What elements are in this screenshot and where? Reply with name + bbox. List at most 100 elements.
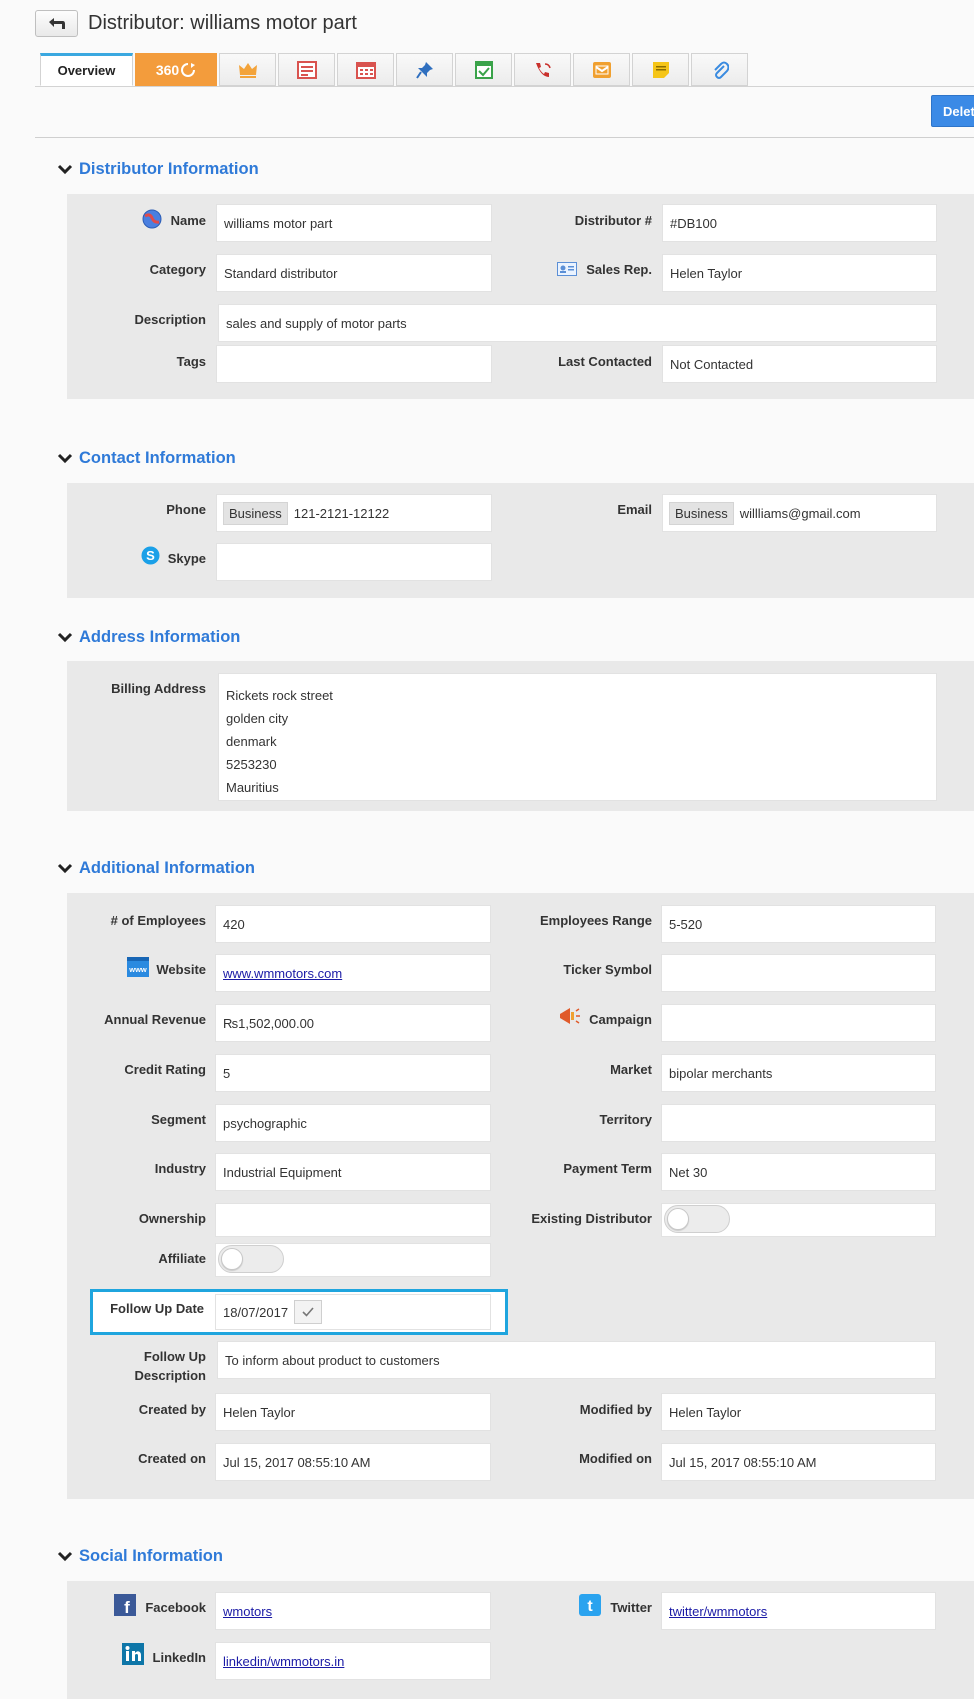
website-field[interactable]: www.wmmotors.com — [215, 954, 491, 992]
email-field[interactable]: Business willliams@gmail.com — [662, 494, 937, 532]
tab-attachments[interactable] — [691, 53, 748, 86]
tab-360-label: 360 — [155, 61, 180, 78]
website-link[interactable]: www.wmmotors.com — [223, 966, 342, 981]
annual-revenue-field[interactable]: ₨1,502,000.00 — [215, 1004, 491, 1042]
delete-button[interactable]: Delet — [931, 95, 974, 127]
address-line: denmark — [226, 734, 277, 749]
linkedin-icon — [122, 1643, 144, 1665]
segment-label: Segment — [151, 1112, 206, 1127]
mail-icon — [592, 61, 611, 78]
market-label: Market — [610, 1062, 652, 1077]
market-field[interactable]: bipolar merchants — [661, 1054, 936, 1092]
employees-field[interactable]: 420 — [215, 905, 491, 943]
phone-type-badge: Business — [223, 501, 288, 525]
follow-up-description-label-line2: Description — [134, 1368, 206, 1383]
campaign-label: Campaign — [589, 1012, 652, 1027]
section-distributor-info[interactable]: Distributor Information — [57, 158, 259, 180]
confirm-button[interactable] — [294, 1300, 323, 1324]
section-contact-info[interactable]: Contact Information — [57, 447, 236, 469]
phone-field[interactable]: Business 121-2121-12122 — [216, 494, 492, 532]
linkedin-label: LinkedIn — [152, 1650, 206, 1665]
tab-calls[interactable] — [514, 53, 571, 86]
created-on-field[interactable]: Jul 15, 2017 08:55:10 AM — [215, 1443, 491, 1481]
contact-card-icon — [557, 262, 577, 276]
twitter-field[interactable]: twitter/wmmotors — [661, 1592, 936, 1630]
tab-notes[interactable] — [632, 53, 689, 86]
modified-by-field[interactable]: Helen Taylor — [661, 1393, 936, 1431]
svg-text:t: t — [587, 1598, 593, 1615]
segment-field[interactable]: psychographic — [215, 1104, 491, 1142]
email-label: Email — [617, 502, 652, 517]
tab-tasks[interactable] — [455, 53, 512, 86]
tab-calendar[interactable] — [337, 53, 394, 86]
ticker-symbol-field[interactable] — [661, 954, 936, 992]
refresh-icon — [181, 62, 196, 77]
linkedin-link[interactable]: linkedin/wmmotors.in — [223, 1654, 344, 1669]
distributor-number-field[interactable]: #DB100 — [662, 204, 937, 242]
employees-range-field[interactable]: 5-520 — [661, 905, 936, 943]
chevron-down-icon — [57, 1551, 73, 1562]
calendar-icon — [355, 61, 376, 79]
tab-pins[interactable] — [396, 53, 453, 86]
facebook-field[interactable]: wmotors — [215, 1592, 491, 1630]
section-social-info[interactable]: Social Information — [57, 1545, 223, 1567]
industry-label: Industry — [154, 1161, 206, 1176]
back-arrow-icon — [48, 17, 65, 29]
skype-icon: S — [141, 546, 160, 565]
sales-rep-label: Sales Rep. — [586, 262, 652, 277]
tags-field[interactable] — [216, 345, 492, 383]
modified-on-label: Modified on — [579, 1451, 652, 1466]
modified-by-label: Modified by — [579, 1402, 652, 1417]
tab-overview[interactable]: Overview — [40, 53, 133, 86]
follow-up-date-field[interactable]: 18/07/2017 — [215, 1294, 491, 1330]
name-label: Name — [170, 213, 206, 228]
category-field[interactable]: Standard distributor — [216, 254, 492, 292]
modified-on-field[interactable]: Jul 15, 2017 08:55:10 AM — [661, 1443, 936, 1481]
section-title: Contact Information — [79, 448, 236, 467]
tab-products[interactable] — [219, 53, 276, 86]
ownership-label: Ownership — [138, 1211, 206, 1226]
skype-field[interactable] — [216, 543, 492, 581]
twitter-icon: t — [579, 1594, 601, 1616]
section-address-info[interactable]: Address Information — [57, 626, 240, 648]
last-contacted-field[interactable]: Not Contacted — [662, 345, 937, 383]
existing-distributor-toggle[interactable] — [664, 1205, 730, 1233]
sales-rep-field[interactable]: Helen Taylor — [662, 254, 937, 292]
employees-range-label: Employees Range — [540, 913, 652, 928]
facebook-label: Facebook — [145, 1600, 206, 1615]
payment-term-field[interactable]: Net 30 — [661, 1153, 936, 1191]
campaign-field[interactable] — [661, 1004, 936, 1042]
megaphone-icon — [560, 1008, 580, 1024]
section-title: Distributor Information — [79, 159, 259, 178]
name-field[interactable]: williams motor part — [216, 204, 492, 242]
follow-up-date-label: Follow Up Date — [110, 1301, 204, 1316]
follow-up-description-field[interactable]: To inform about product to customers — [217, 1341, 936, 1379]
tab-360[interactable]: 360 — [135, 53, 217, 86]
page-title: Distributor: williams motor part — [88, 12, 357, 34]
chevron-down-icon — [57, 863, 73, 874]
section-title: Address Information — [79, 627, 241, 646]
created-by-label: Created by — [138, 1402, 206, 1417]
email-type-badge: Business — [669, 501, 734, 525]
created-by-field[interactable]: Helen Taylor — [215, 1393, 491, 1431]
billing-address-label: Billing Address — [111, 681, 206, 696]
affiliate-toggle[interactable] — [218, 1245, 284, 1273]
linkedin-field[interactable]: linkedin/wmmotors.in — [215, 1642, 491, 1680]
facebook-link[interactable]: wmotors — [223, 1604, 272, 1619]
credit-rating-field[interactable]: 5 — [215, 1054, 491, 1092]
industry-field[interactable]: Industrial Equipment — [215, 1153, 491, 1191]
address-line: 5253230 — [226, 757, 277, 772]
territory-field[interactable] — [661, 1104, 936, 1142]
twitter-link[interactable]: twitter/wmmotors — [669, 1604, 767, 1619]
tags-label: Tags — [176, 354, 206, 369]
description-field[interactable]: sales and supply of motor parts — [218, 304, 937, 342]
billing-address-field[interactable]: Rickets rock street golden city denmark … — [218, 673, 937, 801]
follow-up-description-label: Follow Up Description — [80, 1349, 206, 1384]
back-button[interactable] — [35, 10, 78, 37]
ownership-field[interactable] — [215, 1203, 491, 1237]
tab-emails[interactable] — [573, 53, 630, 86]
follow-up-description-label-line1: Follow Up — [143, 1349, 206, 1364]
section-additional-info[interactable]: Additional Information — [57, 857, 255, 879]
tab-invoices[interactable] — [278, 53, 335, 86]
skype-label: Skype — [167, 551, 206, 566]
